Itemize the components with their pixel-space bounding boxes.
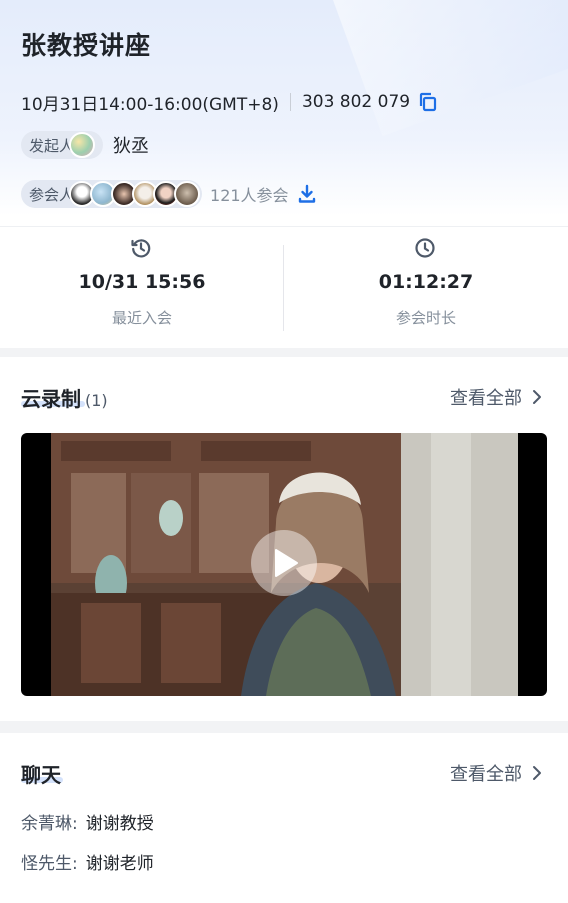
attendees-label: 参会人 xyxy=(29,185,75,204)
recording-section: 云录制 (1) 查看全部 xyxy=(0,357,568,721)
recording-title: 云录制 (1) xyxy=(21,383,108,412)
stat-last-join: 10/31 15:56 最近入会 xyxy=(0,227,284,345)
meeting-id: 303 802 079 xyxy=(301,92,411,112)
meeting-stats: 10/31 15:56 最近入会 01:12:27 参会时长 xyxy=(0,226,568,344)
stat-value: 10/31 15:56 xyxy=(78,271,206,293)
chat-title: 聊天 xyxy=(21,763,61,787)
chat-text: 谢谢老师 xyxy=(85,854,154,874)
stat-duration: 01:12:27 参会时长 xyxy=(284,227,568,345)
stat-value: 01:12:27 xyxy=(378,271,474,293)
chat-section: 聊天 查看全部 余菁琳: 谢谢教授 怪先生: 谢谢老师 xyxy=(0,733,568,903)
attendee-count[interactable]: 121人参会 xyxy=(210,182,289,206)
meeting-info-row: 10月31日14:00-16:00(GMT+8) 303 802 079 xyxy=(21,90,438,115)
attendees-chip: 参会人 xyxy=(21,180,203,208)
chevron-right-icon xyxy=(533,766,541,780)
chat-text: 谢谢教授 xyxy=(85,814,154,834)
chevron-right-icon xyxy=(533,390,541,404)
chat-message: 怪先生: 谢谢老师 xyxy=(21,849,154,874)
recording-view-all-button[interactable]: 查看全部 xyxy=(450,384,542,410)
avatar xyxy=(174,181,201,207)
host-avatar[interactable] xyxy=(69,132,96,158)
view-all-label: 查看全部 xyxy=(450,764,522,785)
history-clock-icon xyxy=(131,239,151,258)
host-name: 狄丞 xyxy=(113,136,150,157)
chat-message: 余菁琳: 谢谢教授 xyxy=(21,809,154,834)
play-button[interactable] xyxy=(251,530,317,596)
attendees-row[interactable]: 参会人 121人参会 xyxy=(21,180,317,208)
recording-count: (1) xyxy=(85,391,108,410)
meeting-time: 10月31日14:00-16:00(GMT+8) xyxy=(21,94,279,115)
download-icon[interactable] xyxy=(297,184,317,204)
page-title: 张教授讲座 xyxy=(21,31,152,60)
chat-view-all-button[interactable]: 查看全部 xyxy=(450,760,542,786)
chat-sender: 余菁琳: xyxy=(21,814,78,834)
recording-video-thumbnail[interactable] xyxy=(21,433,547,696)
header-decoration xyxy=(327,0,568,137)
clock-icon xyxy=(415,238,435,258)
stat-label: 参会时长 xyxy=(395,309,456,327)
host-chip: 发起人 xyxy=(21,131,104,159)
recording-title-text: 云录制 xyxy=(21,387,81,411)
host-label: 发起人 xyxy=(29,136,75,155)
copy-icon[interactable] xyxy=(418,92,438,112)
divider xyxy=(289,93,291,111)
play-icon xyxy=(275,549,298,577)
host-row: 发起人 狄丞 xyxy=(21,131,149,159)
view-all-label: 查看全部 xyxy=(450,388,522,409)
chat-sender: 怪先生: xyxy=(21,854,78,874)
stat-label: 最近入会 xyxy=(111,309,172,327)
